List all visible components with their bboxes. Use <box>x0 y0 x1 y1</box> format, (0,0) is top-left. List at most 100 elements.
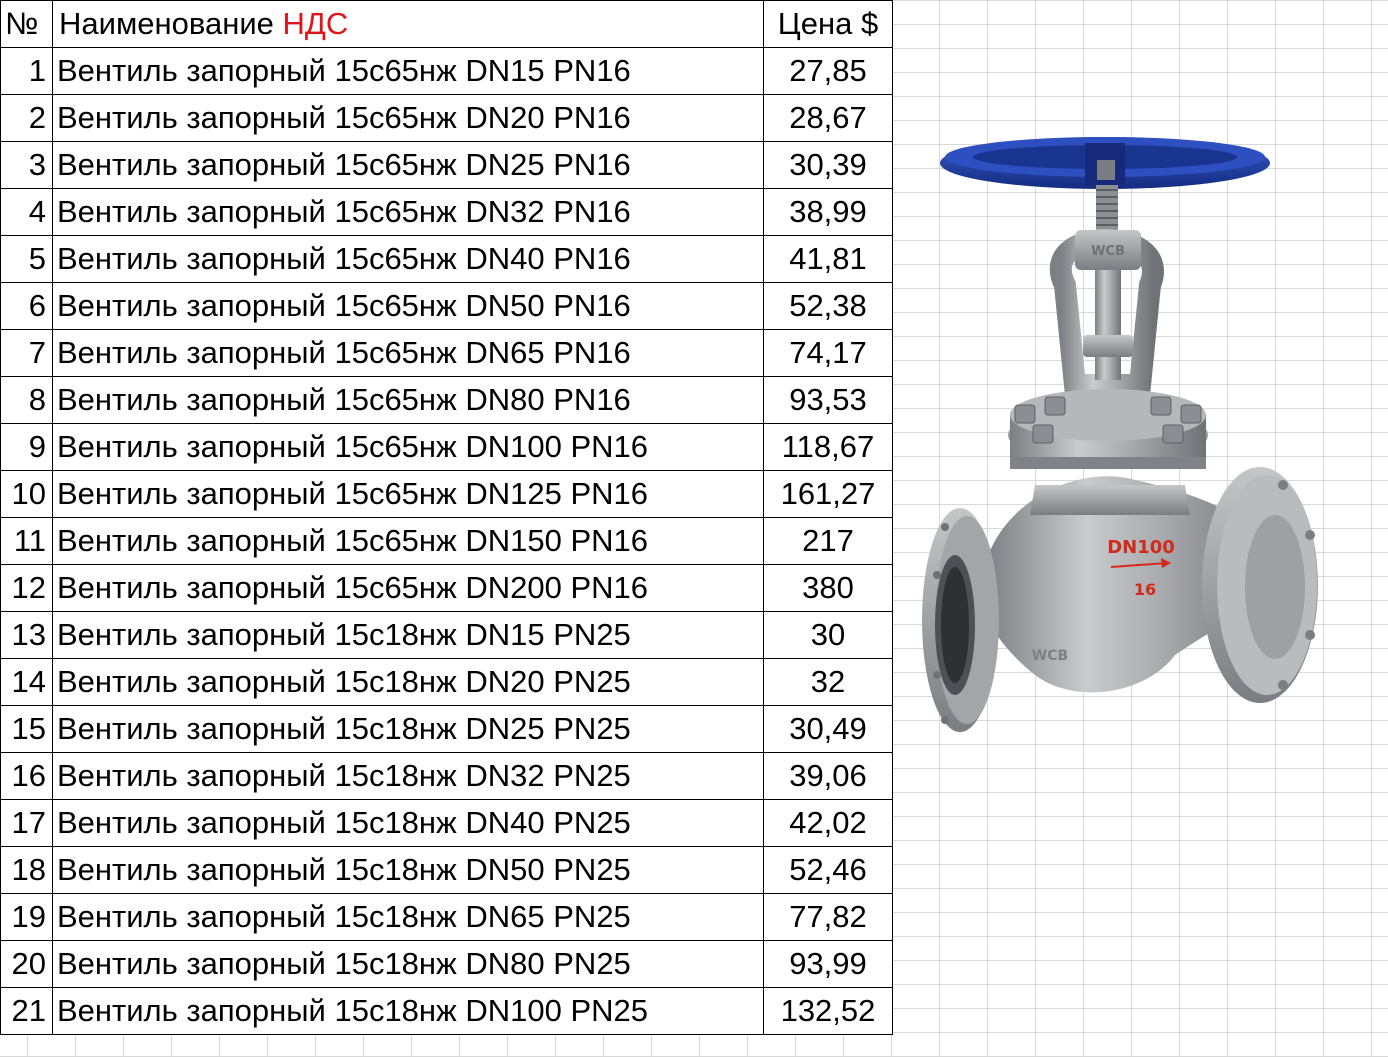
table-row: 20 Вентиль запорный 15с18нж DN80 PN25 93,9… <box>0 940 893 988</box>
price-cell[interactable]: 52,46 <box>763 846 893 894</box>
price-cell[interactable]: 161,27 <box>763 470 893 518</box>
table-row: 5 Вентиль запорный 15с65нж DN40 PN16 41,81 <box>0 235 893 283</box>
price-table: № Наименование НДС Цена $ 1 Вентиль запор… <box>0 0 893 1035</box>
price-cell[interactable]: 132,52 <box>763 987 893 1035</box>
price-cell[interactable]: 74,17 <box>763 329 893 377</box>
product-name-cell[interactable]: Вентиль запорный 15с18нж DN20 PN25 <box>52 658 764 706</box>
product-name-cell[interactable]: Вентиль запорный 15с65нж DN100 PN16 <box>52 423 764 471</box>
product-name-cell[interactable]: Вентиль запорный 15с65нж DN40 PN16 <box>52 235 764 283</box>
row-number-cell[interactable]: 11 <box>0 517 53 565</box>
row-number-cell[interactable]: 8 <box>0 376 53 424</box>
svg-text:WCB: WCB <box>1091 244 1125 259</box>
header-name-label: Наименование <box>59 6 274 41</box>
header-number[interactable]: № <box>0 0 53 48</box>
table-row: 15 Вентиль запорный 15с18нж DN25 PN25 30,4… <box>0 705 893 753</box>
price-cell[interactable]: 41,81 <box>763 235 893 283</box>
table-body: 1 Вентиль запорный 15с65нж DN15 PN16 27,85… <box>0 47 893 1035</box>
table-row: 6 Вентиль запорный 15с65нж DN50 PN16 52,38 <box>0 282 893 330</box>
table-row: 14 Вентиль запорный 15с18нж DN20 PN25 32 <box>0 658 893 706</box>
body-marking-pn: 16 <box>1134 580 1156 599</box>
product-name-cell[interactable]: Вентиль запорный 15с65нж DN50 PN16 <box>52 282 764 330</box>
row-number-cell[interactable]: 21 <box>0 987 53 1035</box>
price-cell[interactable]: 30,39 <box>763 141 893 189</box>
row-number-cell[interactable]: 5 <box>0 235 53 283</box>
table-row: 9 Вентиль запорный 15с65нж DN100 PN16 118,… <box>0 423 893 471</box>
table-row: 2 Вентиль запорный 15с65нж DN20 PN16 28,67 <box>0 94 893 142</box>
table-row: 4 Вентиль запорный 15с65нж DN32 PN16 38,99 <box>0 188 893 236</box>
yoke: WCB <box>1049 229 1164 396</box>
row-number-cell[interactable]: 2 <box>0 94 53 142</box>
product-name-cell[interactable]: Вентиль запорный 15с18нж DN50 PN25 <box>52 846 764 894</box>
price-cell[interactable]: 93,99 <box>763 940 893 988</box>
row-number-cell[interactable]: 19 <box>0 893 53 941</box>
product-name-cell[interactable]: Вентиль запорный 15с18нж DN100 PN25 <box>52 987 764 1035</box>
table-row: 3 Вентиль запорный 15с65нж DN25 PN16 30,39 <box>0 141 893 189</box>
valve-stem <box>1096 185 1118 230</box>
product-name-cell[interactable]: Вентиль запорный 15с18нж DN80 PN25 <box>52 940 764 988</box>
row-number-cell[interactable]: 10 <box>0 470 53 518</box>
header-price[interactable]: Цена $ <box>763 0 893 48</box>
row-number-cell[interactable]: 9 <box>0 423 53 471</box>
body-marking-dn: DN100 <box>1107 537 1175 558</box>
product-name-cell[interactable]: Вентиль запорный 15с18нж DN25 PN25 <box>52 705 764 753</box>
product-name-cell[interactable]: Вентиль запорный 15с65нж DN80 PN16 <box>52 376 764 424</box>
vat-label: НДС <box>282 6 349 41</box>
left-flange <box>922 508 999 732</box>
row-number-cell[interactable]: 16 <box>0 752 53 800</box>
row-number-cell[interactable]: 15 <box>0 705 53 753</box>
price-cell[interactable]: 30,49 <box>763 705 893 753</box>
price-cell[interactable]: 32 <box>763 658 893 706</box>
table-row: 16 Вентиль запорный 15с18нж DN32 PN25 39,0… <box>0 752 893 800</box>
product-name-cell[interactable]: Вентиль запорный 15с18нж DN15 PN25 <box>52 611 764 659</box>
price-cell[interactable]: 77,82 <box>763 893 893 941</box>
price-cell[interactable]: 118,67 <box>763 423 893 471</box>
price-cell[interactable]: 27,85 <box>763 47 893 95</box>
row-number-cell[interactable]: 7 <box>0 329 53 377</box>
body-marking-material: WCB <box>1032 648 1068 664</box>
price-cell[interactable]: 30 <box>763 611 893 659</box>
table-row: 8 Вентиль запорный 15с65нж DN80 PN16 93,53 <box>0 376 893 424</box>
product-name-cell[interactable]: Вентиль запорный 15с18нж DN65 PN25 <box>52 893 764 941</box>
bonnet-flange <box>1008 389 1208 469</box>
row-number-cell[interactable]: 17 <box>0 799 53 847</box>
product-name-cell[interactable]: Вентиль запорный 15с65нж DN20 PN16 <box>52 94 764 142</box>
product-name-cell[interactable]: Вентиль запорный 15с18нж DN40 PN25 <box>52 799 764 847</box>
table-row: 12 Вентиль запорный 15с65нж DN200 PN16 380 <box>0 564 893 612</box>
row-number-cell[interactable]: 4 <box>0 188 53 236</box>
row-number-cell[interactable]: 3 <box>0 141 53 189</box>
valve-product-image: WCB DN100 16 WCB <box>922 137 1318 732</box>
table-row: 21 Вентиль запорный 15с18нж DN100 PN25 132… <box>0 987 893 1035</box>
right-flange <box>1202 467 1318 703</box>
price-cell[interactable]: 39,06 <box>763 752 893 800</box>
row-number-cell[interactable]: 14 <box>0 658 53 706</box>
row-number-cell[interactable]: 18 <box>0 846 53 894</box>
price-cell[interactable]: 217 <box>763 517 893 565</box>
row-number-cell[interactable]: 20 <box>0 940 53 988</box>
product-name-cell[interactable]: Вентиль запорный 15с18нж DN32 PN25 <box>52 752 764 800</box>
table-row: 18 Вентиль запорный 15с18нж DN50 PN25 52,4… <box>0 846 893 894</box>
header-name[interactable]: Наименование НДС <box>52 0 764 48</box>
price-cell[interactable]: 52,38 <box>763 282 893 330</box>
price-cell[interactable]: 28,67 <box>763 94 893 142</box>
table-row: 17 Вентиль запорный 15с18нж DN40 PN25 42,0… <box>0 799 893 847</box>
row-number-cell[interactable]: 12 <box>0 564 53 612</box>
product-name-cell[interactable]: Вентиль запорный 15с65нж DN65 PN16 <box>52 329 764 377</box>
handwheel <box>940 137 1270 189</box>
table-row: 10 Вентиль запорный 15с65нж DN125 PN16 161… <box>0 470 893 518</box>
product-name-cell[interactable]: Вентиль запорный 15с65нж DN25 PN16 <box>52 141 764 189</box>
row-number-cell[interactable]: 6 <box>0 282 53 330</box>
price-cell[interactable]: 93,53 <box>763 376 893 424</box>
product-name-cell[interactable]: Вентиль запорный 15с65нж DN125 PN16 <box>52 470 764 518</box>
product-name-cell[interactable]: Вентиль запорный 15с65нж DN150 PN16 <box>52 517 764 565</box>
table-row: 7 Вентиль запорный 15с65нж DN65 PN16 74,17 <box>0 329 893 377</box>
table-row: 19 Вентиль запорный 15с18нж DN65 PN25 77,8… <box>0 893 893 941</box>
row-number-cell[interactable]: 1 <box>0 47 53 95</box>
product-name-cell[interactable]: Вентиль запорный 15с65нж DN200 PN16 <box>52 564 764 612</box>
spreadsheet-area: № Наименование НДС Цена $ 1 Вентиль запор… <box>0 0 1388 1057</box>
price-cell[interactable]: 38,99 <box>763 188 893 236</box>
product-name-cell[interactable]: Вентиль запорный 15с65нж DN15 PN16 <box>52 47 764 95</box>
row-number-cell[interactable]: 13 <box>0 611 53 659</box>
price-cell[interactable]: 42,02 <box>763 799 893 847</box>
product-name-cell[interactable]: Вентиль запорный 15с65нж DN32 PN16 <box>52 188 764 236</box>
price-cell[interactable]: 380 <box>763 564 893 612</box>
